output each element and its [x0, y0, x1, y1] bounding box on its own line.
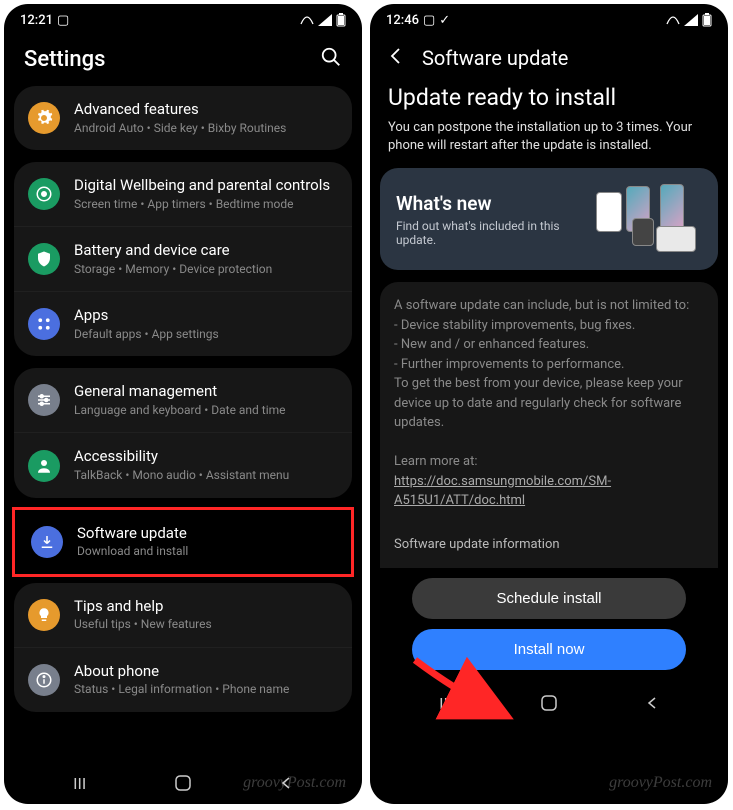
- row-title: Software update: [77, 524, 335, 544]
- row-subtitle: Storage • Memory • Device protection: [74, 262, 338, 278]
- row-subtitle: Useful tips • New features: [74, 617, 338, 633]
- row-subtitle: Language and keyboard • Date and time: [74, 403, 338, 419]
- back-button[interactable]: [274, 771, 298, 795]
- watermark: groovyPost.com: [609, 774, 712, 792]
- nav-bar: III: [4, 762, 362, 804]
- header: Settings: [4, 36, 362, 86]
- row-subtitle: Screen time • App timers • Bedtime mode: [74, 197, 338, 213]
- update-heading: Update ready to install: [370, 84, 728, 119]
- row-title: About phone: [74, 662, 338, 682]
- info-section-label: Software update information: [394, 511, 704, 555]
- sliders-icon: [28, 384, 60, 416]
- picture-icon: ▢: [423, 13, 435, 28]
- row-title: Accessibility: [74, 447, 338, 467]
- settings-list[interactable]: Advanced featuresAndroid Auto • Side key…: [4, 86, 362, 762]
- person-icon: [28, 450, 60, 482]
- page-title: Software update: [422, 46, 568, 70]
- home-button[interactable]: [537, 691, 561, 715]
- status-bar: 12:21 ▢: [4, 4, 362, 36]
- search-icon[interactable]: [320, 46, 342, 72]
- row-title: Apps: [74, 306, 338, 326]
- detail-lead: A software update can include, but is no…: [394, 296, 704, 316]
- settings-group: Digital Wellbeing and parental controlsS…: [14, 162, 352, 356]
- annotation-arrow: [405, 650, 515, 730]
- row-subtitle: Default apps • App settings: [74, 327, 338, 343]
- settings-row-apps[interactable]: AppsDefault apps • App settings: [14, 291, 352, 356]
- settings-group: Advanced featuresAndroid Auto • Side key…: [14, 86, 352, 150]
- download-icon: [31, 526, 63, 558]
- row-subtitle: TalkBack • Mono audio • Assistant menu: [74, 468, 338, 484]
- settings-group: General managementLanguage and keyboard …: [14, 368, 352, 497]
- schedule-install-button[interactable]: Schedule install: [412, 578, 686, 619]
- back-icon[interactable]: [386, 46, 406, 70]
- settings-row-digital-wellbeing[interactable]: Digital Wellbeing and parental controlsS…: [14, 162, 352, 226]
- settings-group: Tips and helpUseful tips • New featuresA…: [14, 583, 352, 712]
- phone-left-settings: 12:21 ▢ Settings Advanced featuresAndroi…: [4, 4, 362, 804]
- row-subtitle: Download and install: [77, 544, 335, 560]
- settings-group: Software updateDownload and install: [12, 507, 354, 577]
- settings-row-accessibility[interactable]: AccessibilityTalkBack • Mono audio • Ass…: [14, 432, 352, 497]
- row-title: General management: [74, 382, 338, 402]
- status-indicators: [666, 13, 712, 27]
- row-title: Battery and device care: [74, 241, 338, 261]
- whats-new-subtitle: Find out what's included in this update.: [396, 219, 584, 247]
- status-time: 12:21: [20, 13, 53, 28]
- whats-new-card[interactable]: What's new Find out what's included in t…: [380, 168, 718, 270]
- gear-icon: [28, 102, 60, 134]
- info-icon: [28, 664, 60, 696]
- check-icon: ✓: [439, 13, 450, 28]
- recent-apps-button[interactable]: III: [68, 771, 92, 795]
- row-title: Advanced features: [74, 100, 338, 120]
- settings-row-tips-help[interactable]: Tips and helpUseful tips • New features: [14, 583, 352, 647]
- status-bar: 12:46 ▢ ✓: [370, 4, 728, 36]
- settings-row-about-phone[interactable]: About phoneStatus • Legal information • …: [14, 647, 352, 712]
- row-subtitle: Android Auto • Side key • Bixby Routines: [74, 121, 338, 137]
- settings-row-software-update[interactable]: Software updateDownload and install: [15, 510, 351, 574]
- settings-row-general-management[interactable]: General managementLanguage and keyboard …: [14, 368, 352, 432]
- back-button[interactable]: [640, 691, 664, 715]
- settings-row-advanced-features[interactable]: Advanced featuresAndroid Auto • Side key…: [14, 86, 352, 150]
- row-subtitle: Status • Legal information • Phone name: [74, 682, 338, 698]
- detail-bullet: - Further improvements to performance.: [394, 355, 704, 375]
- bulb-icon: [28, 599, 60, 631]
- detail-learn: Learn more at:: [394, 452, 704, 472]
- whats-new-graphic: [592, 184, 702, 254]
- learn-more-link[interactable]: https://doc.samsungmobile.com/SM-A515U1/…: [394, 474, 611, 509]
- page-title: Settings: [24, 47, 105, 72]
- row-title: Digital Wellbeing and parental controls: [74, 176, 338, 196]
- status-indicators: [300, 13, 346, 27]
- header: Software update: [370, 36, 728, 84]
- picture-icon: ▢: [57, 13, 69, 28]
- update-description: You can postpone the installation up to …: [370, 119, 728, 168]
- whats-new-title: What's new: [396, 192, 584, 215]
- detail-bullet: - Device stability improvements, bug fix…: [394, 316, 704, 336]
- detail-more: To get the best from your device, please…: [394, 374, 704, 433]
- settings-row-battery-care[interactable]: Battery and device careStorage • Memory …: [14, 226, 352, 291]
- row-title: Tips and help: [74, 597, 338, 617]
- home-button[interactable]: [171, 771, 195, 795]
- detail-bullet: - New and / or enhanced features.: [394, 335, 704, 355]
- update-detail: A software update can include, but is no…: [380, 282, 718, 568]
- status-time: 12:46: [386, 13, 419, 28]
- shield-icon: [28, 243, 60, 275]
- grid-icon: [28, 308, 60, 340]
- circle-dot-icon: [28, 178, 60, 210]
